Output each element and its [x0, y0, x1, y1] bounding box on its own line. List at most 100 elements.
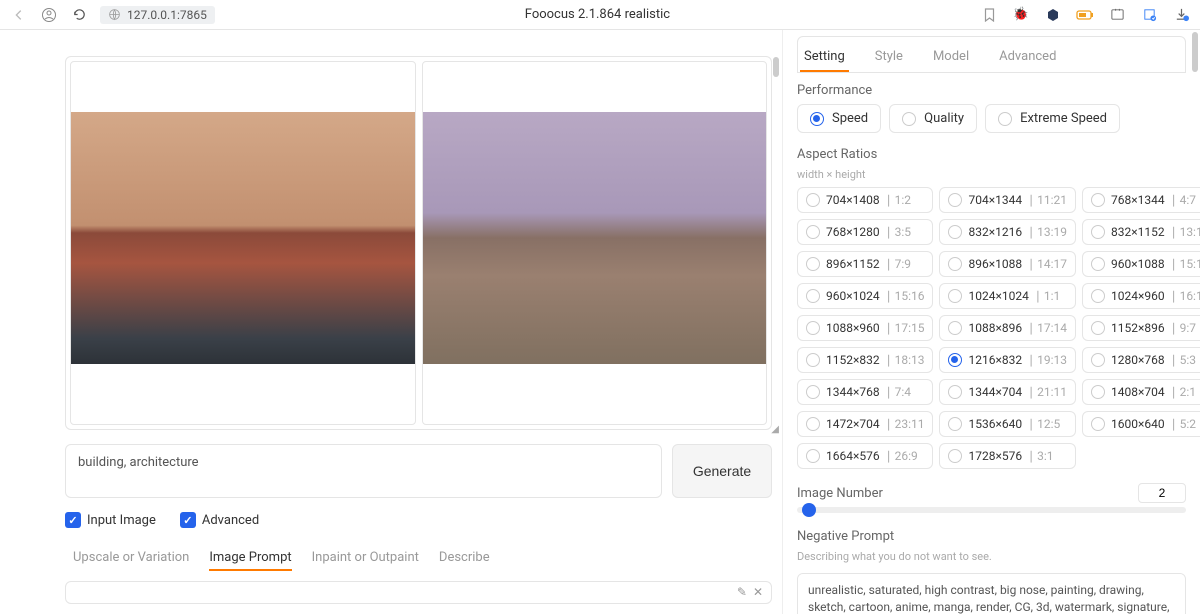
- radio-icon: [948, 385, 962, 399]
- tab-advanced[interactable]: Advanced: [995, 43, 1060, 72]
- aspect-dim: 1344×704: [968, 385, 1022, 399]
- performance-label: Performance: [797, 83, 1186, 98]
- aspect-ratio-1216x832[interactable]: 1216×832 ∣ 19:13: [939, 347, 1075, 373]
- aspect-ratio-label: ∣ 7:4: [886, 385, 911, 399]
- radio-icon: [806, 417, 820, 431]
- aspect-ratio-1472x704[interactable]: 1472×704 ∣ 23:11: [797, 411, 933, 437]
- download-icon[interactable]: [1172, 6, 1190, 24]
- sub-tab-upscale-or-variation[interactable]: Upscale or Variation: [73, 546, 189, 571]
- tab-model[interactable]: Model: [929, 43, 973, 72]
- extension-icon-1[interactable]: 🐞: [1012, 6, 1030, 24]
- aspect-ratio-768x1344[interactable]: 768×1344 ∣ 4:7: [1082, 187, 1200, 213]
- aspect-ratio-704x1408[interactable]: 704×1408 ∣ 1:2: [797, 187, 933, 213]
- aspect-ratio-832x1216[interactable]: 832×1216 ∣ 13:19: [939, 219, 1075, 245]
- aspect-ratio-960x1088[interactable]: 960×1088 ∣ 15:17: [1082, 251, 1200, 277]
- browser-right-icons: 🐞: [980, 6, 1190, 24]
- bookmark-icon[interactable]: [980, 6, 998, 24]
- sync-icon[interactable]: [1140, 6, 1158, 24]
- aspect-dim: 1408×704: [1111, 385, 1165, 399]
- aspect-ratio-1728x576[interactable]: 1728×576 ∣ 3:1: [939, 443, 1075, 469]
- url-bar[interactable]: 127.0.0.1:7865: [100, 6, 215, 24]
- aspect-dim: 1600×640: [1111, 417, 1165, 431]
- battery-icon[interactable]: [1076, 6, 1094, 24]
- aspect-ratio-label: ∣ 3:1: [1028, 449, 1053, 463]
- reload-icon[interactable]: [70, 6, 88, 24]
- aspect-ratio-label: ∣ 1:2: [886, 193, 911, 207]
- aspect-ratio-768x1280[interactable]: 768×1280 ∣ 3:5: [797, 219, 933, 245]
- aspect-dim: 1216×832: [968, 353, 1022, 367]
- prompt-input[interactable]: [65, 444, 662, 498]
- aspect-ratio-1024x960[interactable]: 1024×960 ∣ 16:15: [1082, 283, 1200, 309]
- radio-icon: [1091, 385, 1105, 399]
- aspect-ratio-704x1344[interactable]: 704×1344 ∣ 11:21: [939, 187, 1075, 213]
- aspect-ratio-label: ∣ 7:9: [886, 257, 911, 271]
- aspect-dim: 1152×832: [826, 353, 880, 367]
- aspect-ratio-1344x768[interactable]: 1344×768 ∣ 7:4: [797, 379, 933, 405]
- aspect-ratio-1280x768[interactable]: 1280×768 ∣ 5:3: [1082, 347, 1200, 373]
- sub-tab-image-prompt[interactable]: Image Prompt: [209, 546, 291, 571]
- edit-icon[interactable]: ✎: [737, 585, 747, 599]
- aspect-ratio-label: ∣ 1:1: [1035, 289, 1060, 303]
- aspect-ratio-1536x640[interactable]: 1536×640 ∣ 12:5: [939, 411, 1075, 437]
- performance-option-quality[interactable]: Quality: [889, 104, 977, 133]
- advanced-checkbox[interactable]: Advanced: [180, 512, 259, 528]
- right-scrollbar[interactable]: [1192, 32, 1198, 72]
- radio-icon: [806, 193, 820, 207]
- aspect-dim: 1344×768: [826, 385, 880, 399]
- aspect-ratio-label: ∣ 9:7: [1171, 321, 1196, 335]
- generated-image-2: [423, 112, 767, 364]
- tab-style[interactable]: Style: [871, 43, 907, 72]
- performance-option-label: Speed: [832, 111, 868, 126]
- aspect-ratio-1344x704[interactable]: 1344×704 ∣ 21:11: [939, 379, 1075, 405]
- image-number-slider[interactable]: [797, 507, 1186, 513]
- aspect-ratio-832x1152[interactable]: 832×1152 ∣ 13:18: [1082, 219, 1200, 245]
- browser-toolbar: 127.0.0.1:7865 Fooocus 2.1.864 realistic…: [0, 0, 1200, 30]
- aspect-ratio-960x1024[interactable]: 960×1024 ∣ 15:16: [797, 283, 933, 309]
- aspect-ratio-label: ∣ 26:9: [886, 449, 918, 463]
- aspect-ratio-896x1152[interactable]: 896×1152 ∣ 7:9: [797, 251, 933, 277]
- sub-tab-inpaint-or-outpaint[interactable]: Inpaint or Outpaint: [312, 546, 419, 571]
- aspect-ratio-label: ∣ 5:3: [1171, 353, 1196, 367]
- globe-icon: [108, 8, 121, 21]
- performance-option-speed[interactable]: Speed: [797, 104, 881, 133]
- generate-button[interactable]: Generate: [672, 444, 772, 498]
- radio-icon: [1091, 321, 1105, 335]
- aspect-dim: 704×1344: [968, 193, 1022, 207]
- aspect-dim: 768×1344: [1111, 193, 1165, 207]
- aspect-dim: 1152×896: [1111, 321, 1165, 335]
- aspect-ratio-label: ∣ 2:1: [1171, 385, 1196, 399]
- aspect-ratio-1664x576[interactable]: 1664×576 ∣ 26:9: [797, 443, 933, 469]
- tab-setting[interactable]: Setting: [800, 43, 849, 72]
- close-icon[interactable]: ✕: [753, 585, 763, 599]
- back-icon[interactable]: [10, 6, 28, 24]
- radio-icon: [948, 193, 962, 207]
- aspect-ratio-1408x704[interactable]: 1408×704 ∣ 2:1: [1082, 379, 1200, 405]
- negative-prompt-input[interactable]: [797, 573, 1186, 614]
- checkbox-checked-icon: [65, 512, 81, 528]
- aspect-ratio-1600x640[interactable]: 1600×640 ∣ 5:2: [1082, 411, 1200, 437]
- extension-icon-2[interactable]: [1044, 6, 1062, 24]
- aspect-dim: 1536×640: [968, 417, 1022, 431]
- aspect-ratio-896x1088[interactable]: 896×1088 ∣ 14:17: [939, 251, 1075, 277]
- input-image-checkbox[interactable]: Input Image: [65, 512, 156, 528]
- image-number-input[interactable]: [1138, 483, 1186, 503]
- radio-icon: [948, 289, 962, 303]
- aspect-ratio-label: ∣ 21:11: [1028, 385, 1067, 399]
- output-image-1[interactable]: [70, 61, 416, 425]
- checkbox-checked-icon: [180, 512, 196, 528]
- sub-tab-describe[interactable]: Describe: [439, 546, 490, 571]
- aspect-ratio-1088x960[interactable]: 1088×960 ∣ 17:15: [797, 315, 933, 341]
- aspect-ratio-1152x896[interactable]: 1152×896 ∣ 9:7: [1082, 315, 1200, 341]
- aspect-ratio-1088x896[interactable]: 1088×896 ∣ 17:14: [939, 315, 1075, 341]
- radio-icon: [998, 112, 1012, 126]
- aspect-ratio-1024x1024[interactable]: 1024×1024 ∣ 1:1: [939, 283, 1075, 309]
- aspect-ratio-1152x832[interactable]: 1152×832 ∣ 18:13: [797, 347, 933, 373]
- performance-option-extreme-speed[interactable]: Extreme Speed: [985, 104, 1120, 133]
- output-image-2[interactable]: [422, 61, 768, 425]
- resize-handle-icon[interactable]: ◢: [771, 424, 779, 435]
- user-icon[interactable]: [40, 6, 58, 24]
- gallery-scrollbar[interactable]: [773, 57, 781, 429]
- radio-icon: [1091, 193, 1105, 207]
- aspect-ratio-label: ∣ 15:16: [886, 289, 925, 303]
- extension-icon-3[interactable]: [1108, 6, 1126, 24]
